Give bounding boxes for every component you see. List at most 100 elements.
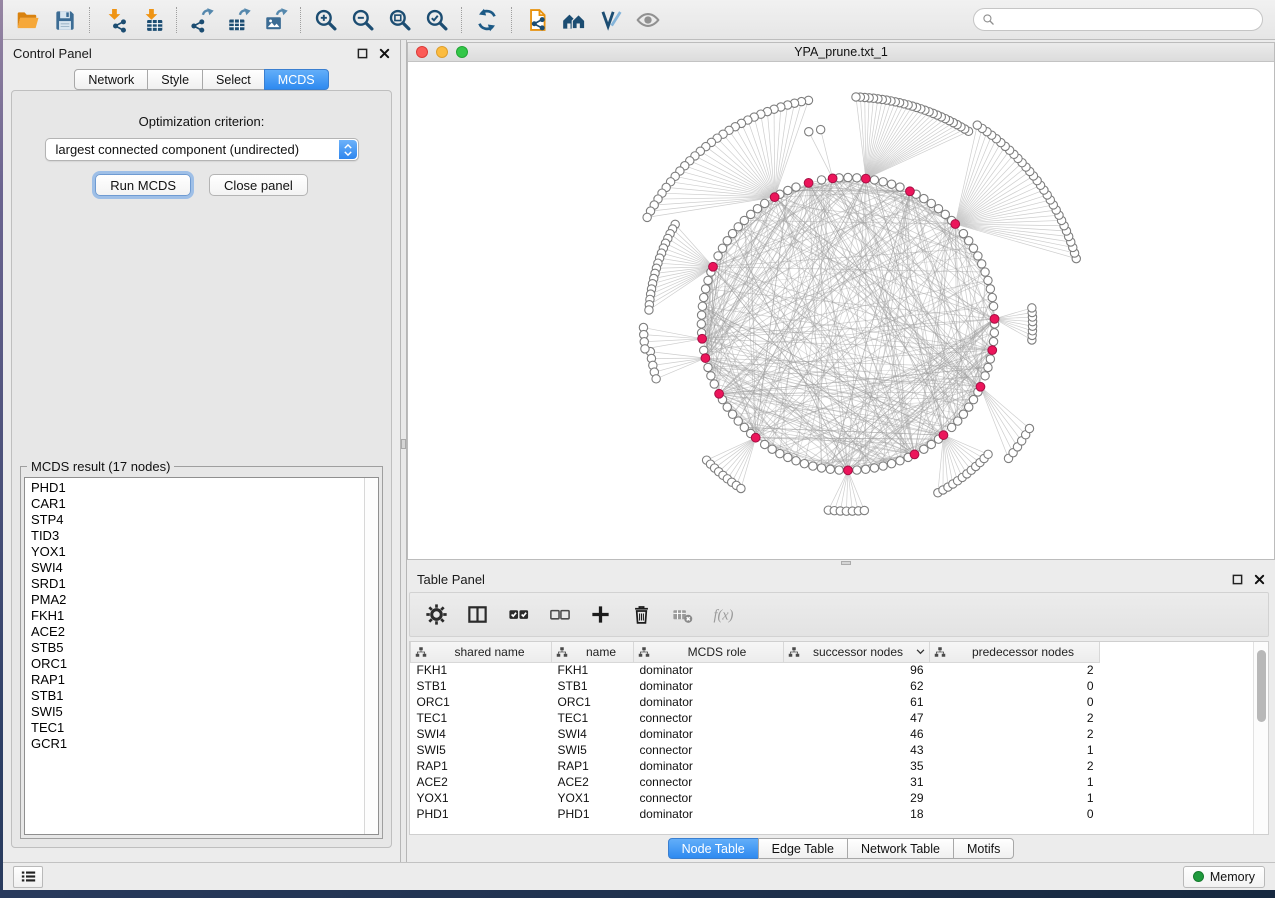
import-table-button[interactable] <box>133 3 170 37</box>
mcds-result-list[interactable]: PHD1CAR1STP4TID3YOX1SWI4SRD1PMA2FKH1ACE2… <box>24 477 379 835</box>
column-header-MCDS-role[interactable]: MCDS role <box>634 642 784 662</box>
tab-edge-table[interactable]: Edge Table <box>758 838 848 859</box>
close-panel-button[interactable]: Close panel <box>209 174 308 196</box>
mcds-result-item[interactable]: RAP1 <box>31 672 378 688</box>
hide-graphics-details-icon <box>598 7 624 33</box>
splitter-grip[interactable] <box>401 439 406 449</box>
column-header-successor-nodes[interactable]: successor nodes <box>784 642 930 662</box>
search-input[interactable] <box>1000 13 1254 27</box>
mcds-result-item[interactable]: PMA2 <box>31 592 378 608</box>
deselect-all-button[interactable] <box>547 603 571 627</box>
tab-network[interactable]: Network <box>74 69 148 90</box>
column-type-icon <box>788 646 800 658</box>
mcds-result-item[interactable]: SWI4 <box>31 560 378 576</box>
save-session-button[interactable] <box>46 3 83 37</box>
close-panel-icon[interactable] <box>1251 571 1267 587</box>
mcds-result-item[interactable]: SWI5 <box>31 704 378 720</box>
function-builder-icon: f(x) <box>712 603 735 626</box>
horizontal-splitter[interactable] <box>407 560 1275 566</box>
status-bar: Memory <box>3 862 1275 890</box>
tab-network-table[interactable]: Network Table <box>847 838 954 859</box>
select-all-button[interactable] <box>506 603 530 627</box>
search-field[interactable] <box>973 8 1263 31</box>
mcds-result-item[interactable]: TEC1 <box>31 720 378 736</box>
home-icon <box>561 7 587 33</box>
sort-chevron-icon <box>916 649 925 655</box>
table-row[interactable]: ACE2ACE2connector311 <box>411 774 1253 790</box>
table-row[interactable]: YOX1YOX1connector291 <box>411 790 1253 806</box>
mcds-result-item[interactable]: YOX1 <box>31 544 378 560</box>
function-builder-button: f(x) <box>711 603 735 627</box>
float-panel-icon[interactable] <box>354 45 370 61</box>
export-network-button[interactable] <box>183 3 220 37</box>
add-column-button[interactable] <box>588 603 612 627</box>
tab-select[interactable]: Select <box>202 69 265 90</box>
share-document-button[interactable] <box>518 3 555 37</box>
mcds-result-item[interactable]: ORC1 <box>31 656 378 672</box>
tab-style[interactable]: Style <box>147 69 203 90</box>
zoom-selected-button[interactable] <box>418 3 455 37</box>
zoom-in-button[interactable] <box>307 3 344 37</box>
mcds-result-item[interactable]: FKH1 <box>31 608 378 624</box>
export-image-button[interactable] <box>257 3 294 37</box>
mcds-result-item[interactable]: ACE2 <box>31 624 378 640</box>
tab-node-table[interactable]: Node Table <box>668 838 759 859</box>
deselect-all-icon <box>548 603 571 626</box>
memory-button[interactable]: Memory <box>1183 866 1265 888</box>
node-table[interactable]: shared namenameMCDS rolesuccessor nodesp… <box>410 642 1253 822</box>
show-graphics-details-button[interactable] <box>629 3 666 37</box>
table-row[interactable]: STB1STB1dominator620 <box>411 678 1253 694</box>
tab-motifs[interactable]: Motifs <box>953 838 1014 859</box>
svg-text:f(x): f(x) <box>713 607 733 623</box>
home-button[interactable] <box>555 3 592 37</box>
mcds-result-item[interactable]: PHD1 <box>31 480 378 496</box>
criterion-dropdown[interactable]: largest connected component (undirected) <box>45 138 359 161</box>
table-scrollbar[interactable] <box>1253 642 1268 834</box>
column-header-shared-name[interactable]: shared name <box>411 642 552 662</box>
zoom-in-icon <box>313 7 339 33</box>
table-panel-titlebar: Table Panel <box>407 566 1275 590</box>
mcds-result-item[interactable]: STB1 <box>31 688 378 704</box>
float-panel-icon[interactable] <box>1229 571 1245 587</box>
close-panel-icon[interactable] <box>376 45 392 61</box>
mcds-result-item[interactable]: STP4 <box>31 512 378 528</box>
delete-column-button[interactable] <box>629 603 653 627</box>
column-layout-button[interactable] <box>465 603 489 627</box>
task-history-button[interactable] <box>13 866 43 888</box>
hide-graphics-details-button[interactable] <box>592 3 629 37</box>
mcds-result-item[interactable]: CAR1 <box>31 496 378 512</box>
tab-mcds[interactable]: MCDS <box>264 69 329 90</box>
import-network-button[interactable] <box>96 3 133 37</box>
table-row[interactable]: FKH1FKH1dominator962 <box>411 662 1253 678</box>
table-row[interactable]: ORC1ORC1dominator610 <box>411 694 1253 710</box>
table-toolbar: f(x) <box>409 592 1269 637</box>
run-mcds-button[interactable]: Run MCDS <box>95 174 191 196</box>
column-header-name[interactable]: name <box>552 642 634 662</box>
table-row[interactable]: SWI5SWI5connector431 <box>411 742 1253 758</box>
zoom-out-button[interactable] <box>344 3 381 37</box>
table-row[interactable]: RAP1RAP1dominator352 <box>411 758 1253 774</box>
scrollbar-thumb[interactable] <box>1257 650 1266 722</box>
column-header-predecessor-nodes[interactable]: predecessor nodes <box>930 642 1100 662</box>
table-row[interactable]: SWI4SWI4dominator462 <box>411 726 1253 742</box>
mcds-result-item[interactable]: STB5 <box>31 640 378 656</box>
export-table-button[interactable] <box>220 3 257 37</box>
mcds-result-group: MCDS result (17 nodes) PHD1CAR1STP4TID3Y… <box>20 459 383 839</box>
mcds-result-item[interactable]: TID3 <box>31 528 378 544</box>
refresh-button[interactable] <box>468 3 505 37</box>
open-file-button[interactable] <box>9 3 46 37</box>
vertical-splitter[interactable] <box>400 40 407 862</box>
list-scrollbar[interactable] <box>364 478 378 834</box>
table-row[interactable]: TEC1TEC1connector472 <box>411 710 1253 726</box>
mcds-result-item[interactable]: GCR1 <box>31 736 378 752</box>
table-row[interactable]: PHD1PHD1dominator180 <box>411 806 1253 822</box>
network-canvas[interactable] <box>408 62 1274 559</box>
network-graph[interactable] <box>408 62 1274 559</box>
mcds-result-item[interactable]: SRD1 <box>31 576 378 592</box>
table-panel: Table Panel f(x) shared namenameMCDS rol… <box>407 566 1275 862</box>
add-column-icon <box>589 603 612 626</box>
toolbar-separator <box>176 7 177 33</box>
zoom-fit-button[interactable] <box>381 3 418 37</box>
splitter-grip[interactable] <box>841 561 851 565</box>
settings-button[interactable] <box>424 603 448 627</box>
